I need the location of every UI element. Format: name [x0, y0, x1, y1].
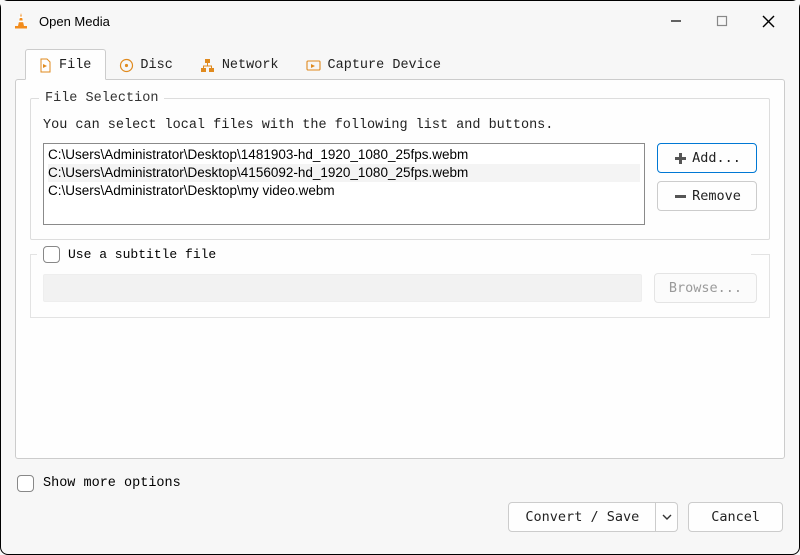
- plus-icon: [673, 151, 687, 165]
- file-selection-desc: You can select local files with the foll…: [43, 118, 757, 133]
- window-controls: [653, 1, 791, 41]
- remove-button[interactable]: Remove: [657, 181, 757, 211]
- network-icon: [200, 57, 216, 73]
- close-button[interactable]: [745, 1, 791, 41]
- tab-file-label: File: [59, 58, 91, 73]
- cancel-button[interactable]: Cancel: [688, 502, 783, 532]
- chevron-down-icon: [662, 512, 672, 522]
- tab-network-label: Network: [222, 58, 279, 73]
- file-icon: [37, 57, 53, 73]
- tab-panel-file: File Selection You can select local file…: [15, 79, 785, 459]
- subtitle-label: Use a subtitle file: [68, 247, 216, 262]
- convert-save-dropdown[interactable]: [656, 502, 678, 532]
- tab-disc-label: Disc: [140, 58, 172, 73]
- tab-capture[interactable]: Capture Device: [294, 49, 456, 80]
- subtitle-checkbox[interactable]: [43, 246, 60, 263]
- remove-button-label: Remove: [692, 188, 741, 204]
- browse-button[interactable]: Browse...: [654, 273, 757, 303]
- list-item[interactable]: C:\Users\Administrator\Desktop\4156092-h…: [48, 164, 640, 182]
- list-item[interactable]: C:\Users\Administrator\Desktop\1481903-h…: [48, 146, 640, 164]
- content-area: File Disc Network Capture Device File Se…: [1, 41, 799, 469]
- tab-disc[interactable]: Disc: [106, 49, 187, 80]
- show-more-label: Show more options: [43, 476, 181, 491]
- subtitle-path-input[interactable]: [43, 274, 642, 302]
- add-button[interactable]: Add...: [657, 143, 757, 173]
- convert-save-button[interactable]: Convert / Save: [508, 502, 656, 532]
- maximize-button[interactable]: [699, 1, 745, 41]
- vlc-cone-icon: [11, 11, 31, 31]
- tab-file[interactable]: File: [25, 49, 106, 80]
- minus-icon: [673, 189, 687, 203]
- convert-save-split: Convert / Save: [508, 502, 678, 532]
- window-title: Open Media: [39, 14, 653, 29]
- footer: Convert / Save Cancel: [1, 502, 799, 542]
- tab-network[interactable]: Network: [188, 49, 294, 80]
- show-more-row: Show more options: [1, 469, 799, 502]
- add-button-label: Add...: [692, 150, 741, 166]
- disc-icon: [118, 57, 134, 73]
- titlebar: Open Media: [1, 1, 799, 41]
- file-selection-group: File Selection You can select local file…: [30, 98, 770, 240]
- file-selection-legend: File Selection: [39, 91, 164, 106]
- capture-icon: [306, 57, 322, 73]
- show-more-checkbox[interactable]: [17, 475, 34, 492]
- subtitle-group: Use a subtitle file Browse...: [30, 254, 770, 318]
- tab-capture-label: Capture Device: [328, 58, 441, 73]
- tabstrip: File Disc Network Capture Device: [25, 49, 785, 80]
- list-item[interactable]: C:\Users\Administrator\Desktop\my video.…: [48, 182, 640, 200]
- minimize-button[interactable]: [653, 1, 699, 41]
- file-list[interactable]: C:\Users\Administrator\Desktop\1481903-h…: [43, 143, 645, 225]
